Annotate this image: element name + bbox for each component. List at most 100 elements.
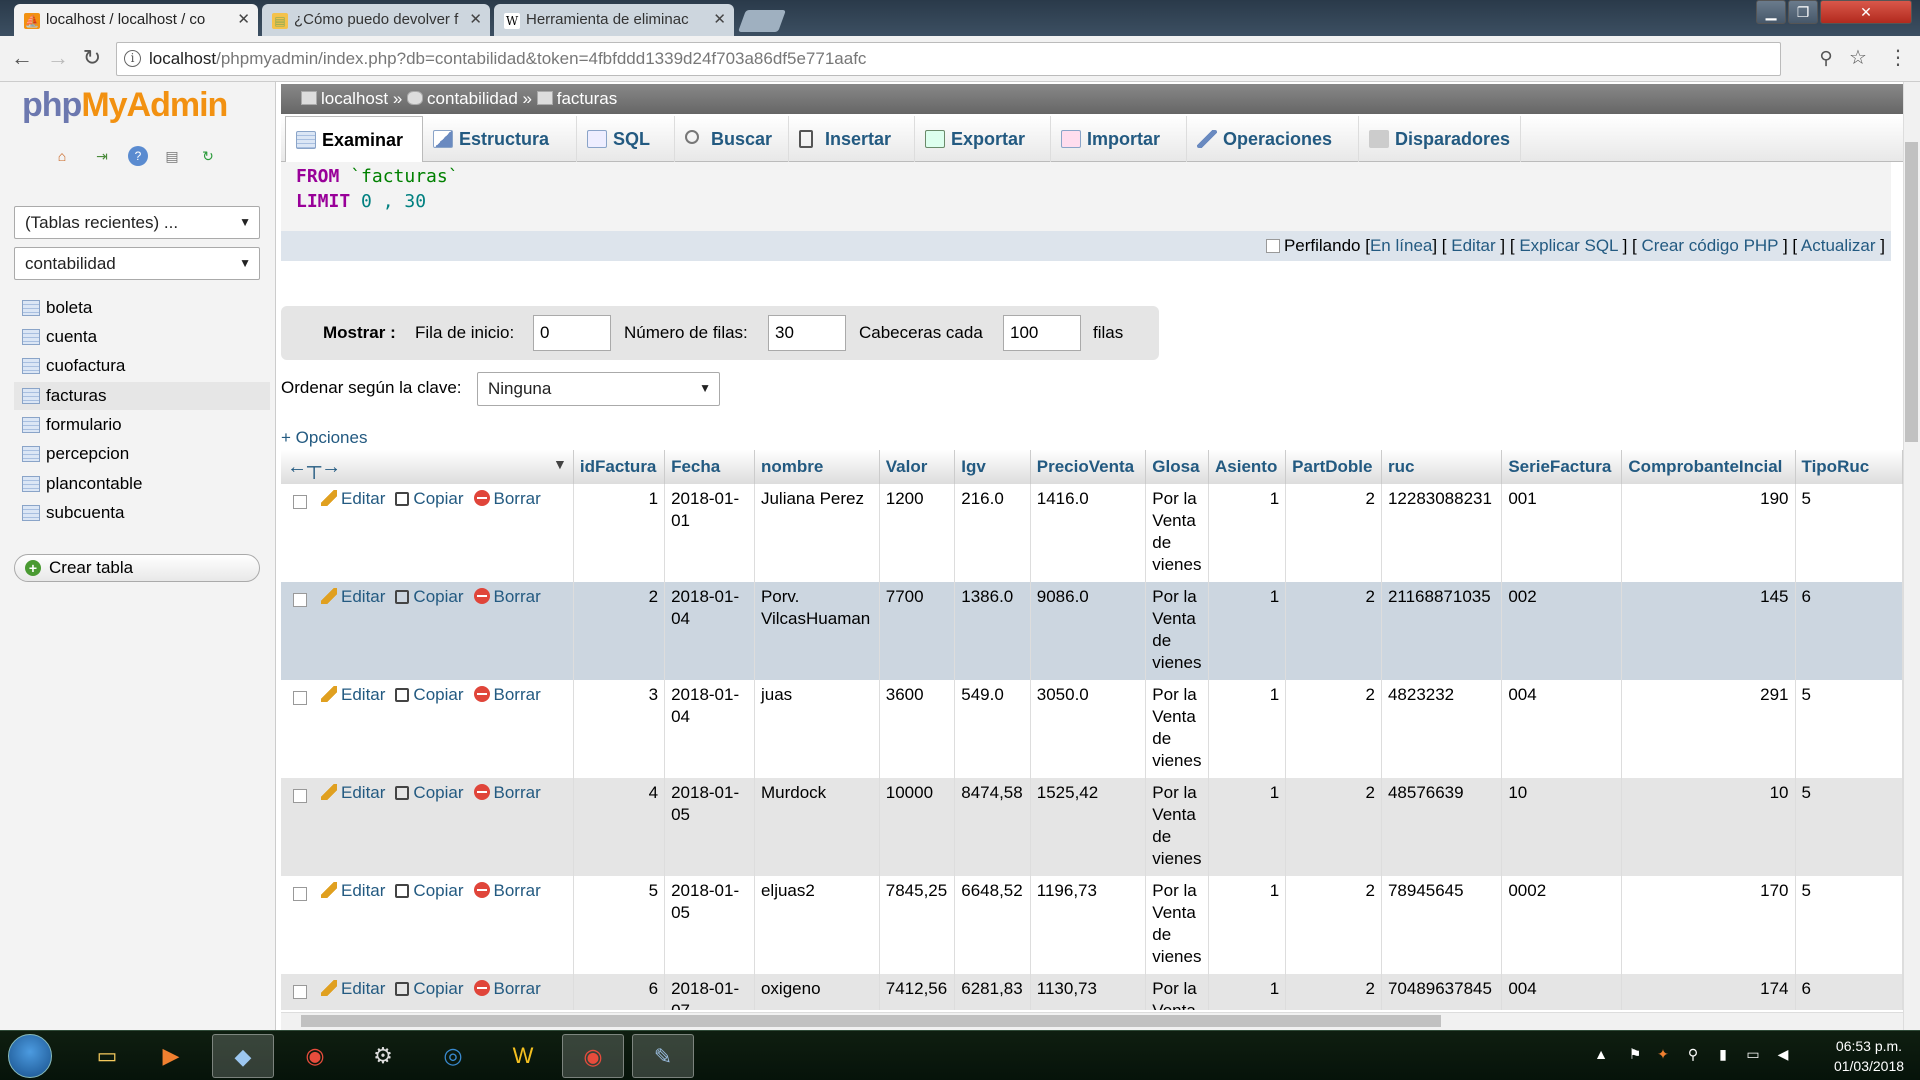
create-php-link[interactable]: Crear código PHP (1642, 236, 1779, 255)
row-checkbox[interactable] (293, 887, 307, 901)
tray-expand-icon[interactable]: ▲ (1592, 1046, 1610, 1064)
row-checkbox[interactable] (293, 495, 307, 509)
cell-ruc[interactable]: 48576639 (1381, 778, 1503, 876)
edit-button[interactable]: Editar (321, 782, 395, 804)
cell-idFactura[interactable]: 2 (573, 582, 666, 680)
tab-exportar[interactable]: Exportar (915, 116, 1051, 162)
cell-TipoRuc[interactable]: 5 (1795, 484, 1903, 582)
cell-nombre[interactable]: oxigeno (754, 974, 880, 1010)
cell-Glosa[interactable]: Por la Venta de vienes (1145, 974, 1210, 1010)
row-checkbox[interactable] (293, 789, 307, 803)
reload-icon[interactable]: ↻ (78, 44, 106, 72)
close-tab-icon[interactable]: ✕ (469, 4, 482, 36)
tab-disparadores[interactable]: Disparadores (1359, 116, 1521, 162)
browser-tab-stackoverflow[interactable]: ▤ ¿Cómo puedo devolver f ✕ (262, 4, 490, 36)
cell-PartDoble[interactable]: 2 (1285, 974, 1382, 1010)
sidebar-item-subcuenta[interactable]: subcuenta (14, 499, 270, 527)
vertical-scroll-thumb[interactable] (1905, 142, 1918, 442)
cell-SerieFactura[interactable]: 001 (1501, 484, 1623, 582)
cell-SerieFactura[interactable]: 004 (1501, 680, 1623, 778)
cell-Asiento[interactable]: 1 (1208, 582, 1287, 680)
delete-button[interactable]: Borrar (473, 782, 551, 804)
cell-ComprobanteIncial[interactable]: 174 (1621, 974, 1796, 1010)
breadcrumb-table[interactable]: facturas (557, 89, 617, 108)
logout-icon[interactable]: ⇥ (92, 146, 112, 166)
table-row[interactable]: Editar Copiar Borrar 4 2018-01-05 Murdock … (281, 778, 1903, 876)
cell-Valor[interactable]: 10000 (879, 778, 956, 876)
sidebar-item-percepcion[interactable]: percepcion (14, 440, 270, 468)
col-PartDoble[interactable]: PartDoble (1285, 450, 1382, 484)
cell-nombre[interactable]: Murdock (754, 778, 880, 876)
copy-button[interactable]: Copiar (395, 782, 473, 804)
virtualbox-taskbar-icon[interactable]: ◆ (212, 1034, 274, 1078)
cell-Fecha[interactable]: 2018-01-05 (664, 876, 755, 974)
tab-sql[interactable]: SQL (577, 116, 675, 162)
cell-Fecha[interactable]: 2018-01-07 (664, 974, 755, 1010)
col-nombre[interactable]: nombre (754, 450, 880, 484)
row-checkbox[interactable] (293, 985, 307, 999)
cell-TipoRuc[interactable]: 5 (1795, 778, 1903, 876)
firefox-taskbar-icon[interactable]: ◎ (422, 1034, 484, 1078)
column-resize-handle[interactable]: ←┬→ ▼ (281, 450, 574, 484)
cell-ComprobanteIncial[interactable]: 145 (1621, 582, 1796, 680)
network-icon[interactable]: ⚲ (1684, 1046, 1702, 1064)
explorer-taskbar-icon[interactable]: ▭ (76, 1034, 138, 1078)
col-Glosa[interactable]: Glosa (1145, 450, 1210, 484)
cell-Igv[interactable]: 549.0 (954, 680, 1031, 778)
cell-idFactura[interactable]: 5 (573, 876, 666, 974)
cell-ruc[interactable]: 21168871035 (1381, 582, 1503, 680)
delete-button[interactable]: Borrar (473, 586, 551, 608)
cell-ruc[interactable]: 70489637845 (1381, 974, 1503, 1010)
tab-insertar[interactable]: Insertar (789, 116, 915, 162)
database-select[interactable]: contabilidad ▼ (14, 247, 260, 280)
col-Valor[interactable]: Valor (879, 450, 956, 484)
headers-every-input[interactable]: 100 (1003, 315, 1081, 351)
cell-TipoRuc[interactable]: 5 (1795, 680, 1903, 778)
tab-operaciones[interactable]: Operaciones (1187, 116, 1359, 162)
cell-PartDoble[interactable]: 2 (1285, 582, 1382, 680)
cell-Asiento[interactable]: 1 (1208, 778, 1287, 876)
sidebar-item-boleta[interactable]: boleta (14, 294, 270, 322)
start-button[interactable] (8, 1034, 52, 1078)
col-ruc[interactable]: ruc (1381, 450, 1503, 484)
breadcrumb-server[interactable]: localhost (321, 89, 388, 108)
refresh-nav-icon[interactable]: ↻ (198, 146, 218, 166)
cell-SerieFactura[interactable]: 0002 (1501, 876, 1623, 974)
cell-Glosa[interactable]: Por la Venta de vienes (1145, 680, 1210, 778)
cell-ruc[interactable]: 12283088231 (1381, 484, 1503, 582)
cell-nombre[interactable]: Porv. VilcasHuaman (754, 582, 880, 680)
col-Igv[interactable]: Igv (954, 450, 1031, 484)
cell-Asiento[interactable]: 1 (1208, 974, 1287, 1010)
power-icon[interactable]: ▮ (1714, 1046, 1732, 1064)
back-icon[interactable]: ← (8, 44, 36, 72)
sidebar-item-cuofactura[interactable]: cuofactura (14, 352, 270, 380)
cell-Valor[interactable]: 7412,56 (879, 974, 956, 1010)
cell-PrecioVenta[interactable]: 1196,73 (1030, 876, 1147, 974)
row-checkbox[interactable] (293, 593, 307, 607)
cell-PrecioVenta[interactable]: 3050.0 (1030, 680, 1147, 778)
rows-count-input[interactable]: 30 (768, 315, 846, 351)
refresh-link[interactable]: Actualizar (1801, 236, 1876, 255)
display-icon[interactable]: ▭ (1744, 1046, 1762, 1064)
edit-button[interactable]: Editar (321, 978, 395, 1000)
cell-PrecioVenta[interactable]: 9086.0 (1030, 582, 1147, 680)
cell-Valor[interactable]: 7845,25 (879, 876, 956, 974)
cell-Glosa[interactable]: Por la Venta de vienes (1145, 876, 1210, 974)
delete-button[interactable]: Borrar (473, 880, 551, 902)
cell-Fecha[interactable]: 2018-01-04 (664, 680, 755, 778)
cell-nombre[interactable]: juas (754, 680, 880, 778)
cell-PrecioVenta[interactable]: 1416.0 (1030, 484, 1147, 582)
edit-button[interactable]: Editar (321, 586, 395, 608)
sidebar-item-facturas[interactable]: facturas (14, 382, 270, 410)
edit-button[interactable]: Editar (321, 488, 395, 510)
col-SerieFactura[interactable]: SerieFactura (1501, 450, 1623, 484)
browser-tab-phpmyadmin[interactable]: ⛵ localhost / localhost / co ✕ (14, 4, 258, 36)
cell-Valor[interactable]: 7700 (879, 582, 956, 680)
cell-ComprobanteIncial[interactable]: 170 (1621, 876, 1796, 974)
cell-Glosa[interactable]: Por la Venta de vienes (1145, 778, 1210, 876)
col-Fecha[interactable]: Fecha (664, 450, 755, 484)
cell-SerieFactura[interactable]: 004 (1501, 974, 1623, 1010)
sidebar-item-formulario[interactable]: formulario (14, 411, 270, 439)
table-row[interactable]: Editar Copiar Borrar 2 2018-01-04 Porv. Vi… (281, 582, 1903, 680)
col-TipoRuc[interactable]: TipoRuc (1795, 450, 1903, 484)
